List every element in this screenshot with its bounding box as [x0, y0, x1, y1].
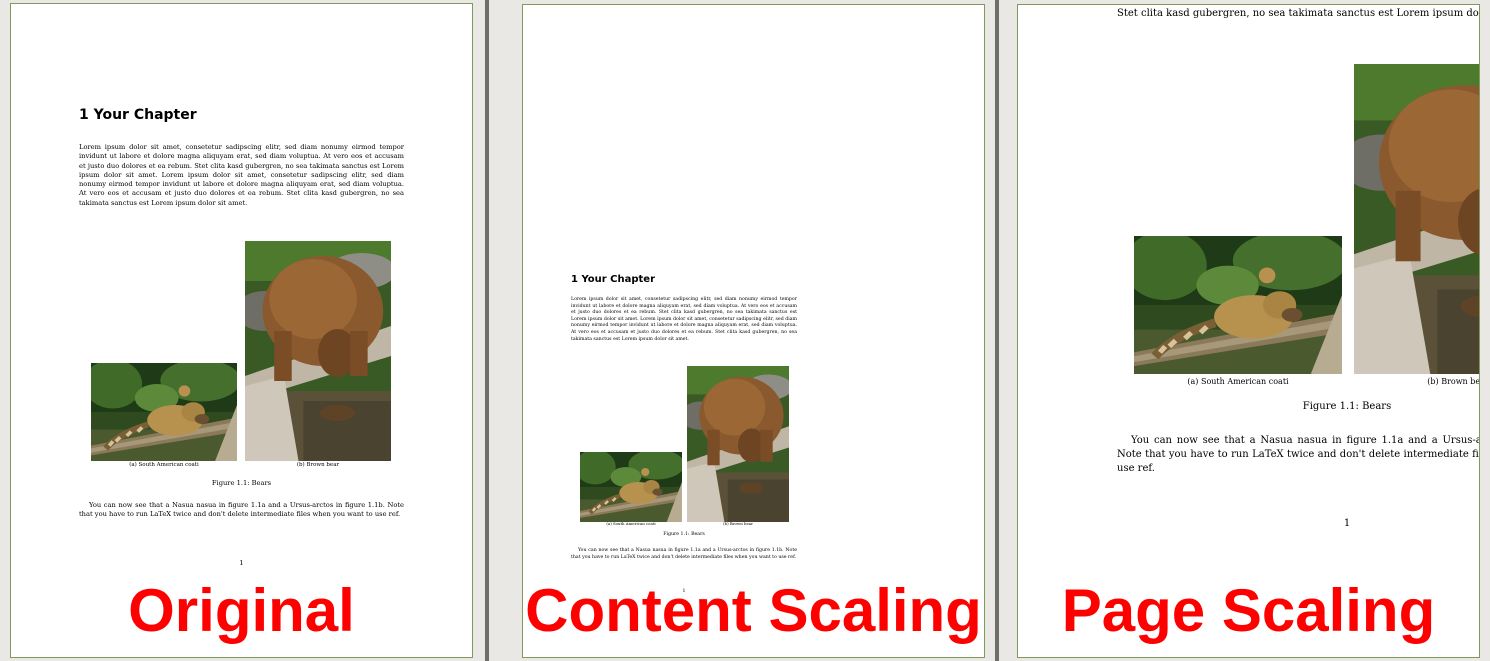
- page-scaling-label: Page Scaling: [1061, 577, 1436, 644]
- original-page: 1 Your Chapter Lorem ipsum dolor sit ame…: [10, 3, 473, 658]
- after-figure-paragraph: You can now see that a Nasua nasua in fi…: [571, 548, 797, 560]
- bear-photo: [1354, 64, 1480, 374]
- subcaption-b: (b) Brown bear: [723, 521, 753, 526]
- page-number: 1: [239, 559, 244, 567]
- chapter-title: 1 Your Chapter: [79, 107, 197, 123]
- coati-photo: [1134, 236, 1342, 374]
- bear-photo: [687, 366, 789, 522]
- original-panel: 1 Your Chapter Lorem ipsum dolor sit ame…: [0, 0, 485, 661]
- body-paragraph: Lorem ipsum dolor sit amet, consetetur s…: [571, 297, 797, 342]
- after-figure-paragraph: You can now see that a Nasua nasua in fi…: [1117, 435, 1479, 474]
- figure-caption: Figure 1.1: Bears: [211, 479, 272, 487]
- subcaption-b: (b) Brown bear: [296, 462, 340, 468]
- page-scaling-panel: aliquyam erat, sed diam voluptua. At ver…: [999, 0, 1490, 661]
- content-scaling-panel: 1 Your Chapter Lorem ipsum dolor sit ame…: [489, 0, 995, 661]
- coati-photo: [91, 363, 237, 461]
- page-scaled-page: aliquyam erat, sed diam voluptua. At ver…: [1017, 4, 1480, 658]
- page-number: 1: [1343, 518, 1351, 529]
- subcaption-a: (a) South American coati: [129, 462, 199, 468]
- content-scaling-label: Content Scaling: [525, 577, 982, 644]
- body-paragraph: Lorem ipsum dolor sit amet, consetetur s…: [79, 143, 404, 207]
- bear-photo: [245, 241, 391, 461]
- figure-caption: Figure 1.1: Bears: [1302, 401, 1392, 412]
- figure-caption: Figure 1.1: Bears: [663, 532, 705, 537]
- after-figure-paragraph: You can now see that a Nasua nasua in fi…: [79, 501, 404, 519]
- body-paragraph-tail: aliquyam erat, sed diam voluptua. At ver…: [1117, 8, 1479, 19]
- subcaption-a: (a) South American coati: [606, 521, 656, 526]
- subcaption-b: (b) Brown bear: [1427, 377, 1480, 386]
- chapter-title: 1 Your Chapter: [571, 274, 656, 285]
- content-scaled-page: 1 Your Chapter Lorem ipsum dolor sit ame…: [522, 4, 985, 658]
- coati-photo: [580, 452, 682, 522]
- subcaption-a: (a) South American coati: [1187, 377, 1289, 386]
- original-label: Original: [128, 577, 355, 644]
